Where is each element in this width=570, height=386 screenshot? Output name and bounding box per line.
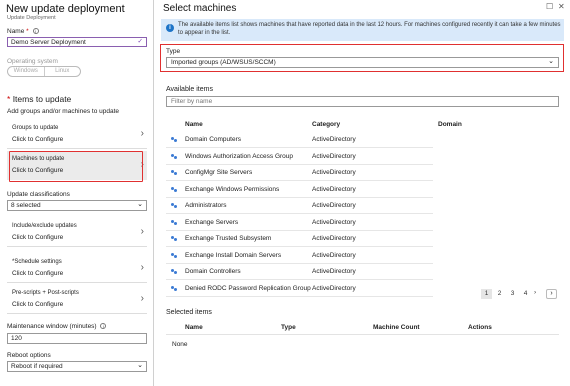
row-category: ActiveDirectory	[312, 152, 356, 160]
table-row[interactable]: Exchange Trusted Subsystem ActiveDirector…	[166, 231, 433, 247]
selected-header-type: Type	[281, 324, 296, 331]
row-name: ConfigMgr Site Servers	[185, 169, 253, 176]
info-icon: i	[166, 24, 174, 32]
row-category: ActiveDirectory	[312, 268, 356, 275]
group-icon	[171, 269, 177, 274]
os-linux-option: Linux	[55, 68, 70, 74]
row-name: Administrators	[185, 202, 227, 209]
row-category: ActiveDirectory	[312, 218, 356, 226]
group-icon	[171, 203, 177, 208]
os-windows-option: Windows	[8, 67, 45, 76]
close-icon[interactable]: ✕	[558, 2, 565, 11]
update-deployment-blade: New update deployment Update Deployment …	[0, 0, 154, 386]
table-row[interactable]: Exchange Install Domain Servers ActiveDir…	[166, 248, 433, 264]
pre-post-scripts[interactable]: Pre-scripts + Post-scripts Click to Conf…	[7, 285, 147, 314]
selected-items-label: Selected items	[166, 309, 212, 316]
row-name: Exchange Install Domain Servers	[185, 251, 282, 259]
blade-title: Select machines	[163, 3, 237, 14]
chevron-down-icon: ⌄	[548, 58, 554, 65]
page-button[interactable]: 1	[481, 289, 492, 299]
row-category: ActiveDirectory	[312, 284, 356, 292]
row-name: Exchange Trusted Subsystem	[185, 235, 272, 242]
reboot-dropdown[interactable]: Reboot if required ⌄	[7, 361, 147, 372]
selected-header-machine-count: Machine Count	[373, 324, 420, 331]
chevron-right-icon[interactable]: ›	[534, 289, 536, 296]
group-icon	[171, 219, 177, 225]
row-category: ActiveDirectory	[312, 136, 356, 143]
selected-header-actions: Actions	[468, 324, 492, 331]
table-row[interactable]: Domain Computers ActiveDirectory	[166, 132, 433, 148]
row-category: ActiveDirectory	[312, 235, 356, 242]
row-category: ActiveDirectory	[312, 202, 356, 209]
os-toggle: Windows Linux	[7, 66, 81, 77]
table-row[interactable]: Domain Controllers ActiveDirectory	[166, 264, 433, 280]
row-category: ActiveDirectory	[312, 185, 356, 193]
select-machines-blade: Select machines ☐ ✕ i The available item…	[155, 0, 570, 386]
items-to-update-heading: * Items to update	[7, 94, 72, 104]
reboot-label: Reboot options	[7, 352, 51, 359]
info-icon[interactable]: i	[100, 323, 107, 330]
maintenance-label: Maintenance window (minutes) i	[7, 323, 107, 330]
blade-title: New update deployment	[6, 3, 125, 15]
maximize-icon[interactable]: ☐	[546, 2, 553, 11]
row-name: Windows Authorization Access Group	[185, 152, 294, 160]
maintenance-window-input[interactable]: 120	[7, 333, 147, 344]
column-header-category[interactable]: Category	[312, 121, 340, 128]
items-description: Add groups and/or machines to update	[7, 108, 120, 115]
highlight-box	[9, 151, 143, 182]
group-icon	[171, 137, 177, 142]
info-banner: i The available items list shows machine…	[161, 19, 564, 41]
row-name: Domain Controllers	[185, 268, 241, 275]
page-button[interactable]: 4	[520, 289, 531, 299]
classifications-dropdown[interactable]: 8 selected ⌄	[7, 200, 147, 211]
table-row[interactable]: ConfigMgr Site Servers ActiveDirectory	[166, 165, 433, 181]
row-name: Domain Computers	[185, 136, 241, 143]
row-category: ActiveDirectory	[312, 169, 356, 176]
selected-header-name: Name	[185, 324, 203, 331]
chevron-down-icon: ⌄	[137, 201, 143, 208]
row-category: ActiveDirectory	[312, 251, 356, 259]
group-icon	[171, 252, 177, 258]
row-name: Exchange Windows Permissions	[185, 185, 280, 193]
table-row[interactable]: Exchange Windows Permissions ActiveDirect…	[166, 182, 433, 198]
table-row[interactable]: Denied RODC Password Replication Group Ac…	[166, 281, 433, 297]
divider	[166, 334, 559, 335]
table-row[interactable]: Exchange Servers ActiveDirectory	[166, 215, 433, 231]
chevron-right-icon: ›	[140, 293, 144, 304]
info-icon[interactable]: i	[32, 28, 39, 35]
type-label: Type	[166, 48, 181, 55]
page-button[interactable]: 2	[494, 289, 505, 299]
checkmark-icon: ✓	[137, 38, 143, 45]
groups-to-update[interactable]: Groups to update Click to Configure ›	[7, 120, 147, 149]
classifications-label: Update classifications	[7, 191, 70, 198]
group-icon	[171, 285, 177, 291]
schedule-settings[interactable]: *Schedule settings Click to Configure ›	[7, 254, 147, 283]
available-items-label: Available items	[166, 86, 213, 93]
filter-input[interactable]: Filter by name	[166, 96, 559, 107]
table-row[interactable]: Administrators ActiveDirectory	[166, 198, 433, 214]
row-name: Exchange Servers	[185, 218, 239, 226]
os-label: Operating system	[7, 58, 58, 65]
group-icon	[171, 153, 177, 159]
group-icon	[171, 236, 177, 241]
row-name: Denied RODC Password Replication Group	[185, 284, 311, 292]
type-dropdown[interactable]: Imported groups (AD/WSUS/SCCM) ⌄	[166, 57, 559, 68]
page-button[interactable]: 3	[507, 289, 518, 299]
blade-subtitle: Update Deployment	[7, 15, 56, 21]
column-header-name[interactable]: Name	[185, 121, 203, 128]
chevron-right-icon: ›	[140, 262, 144, 273]
chevron-right-icon: ›	[140, 226, 144, 237]
name-label: Name * i	[7, 28, 39, 35]
group-icon	[171, 186, 177, 192]
column-header-domain[interactable]: Domain	[438, 121, 462, 128]
group-icon	[171, 170, 177, 175]
chevron-right-icon: ›	[140, 128, 144, 139]
table-row[interactable]: Windows Authorization Access Group Active…	[166, 149, 433, 165]
chevron-down-icon: ⌄	[137, 362, 143, 369]
include-exclude-updates[interactable]: Include/exclude updates Click to Configu…	[7, 218, 147, 247]
next-page-button[interactable]: ›	[546, 289, 557, 299]
selected-empty-text: None	[172, 341, 188, 348]
name-field[interactable]: Demo Server Deployment ✓	[7, 37, 147, 47]
